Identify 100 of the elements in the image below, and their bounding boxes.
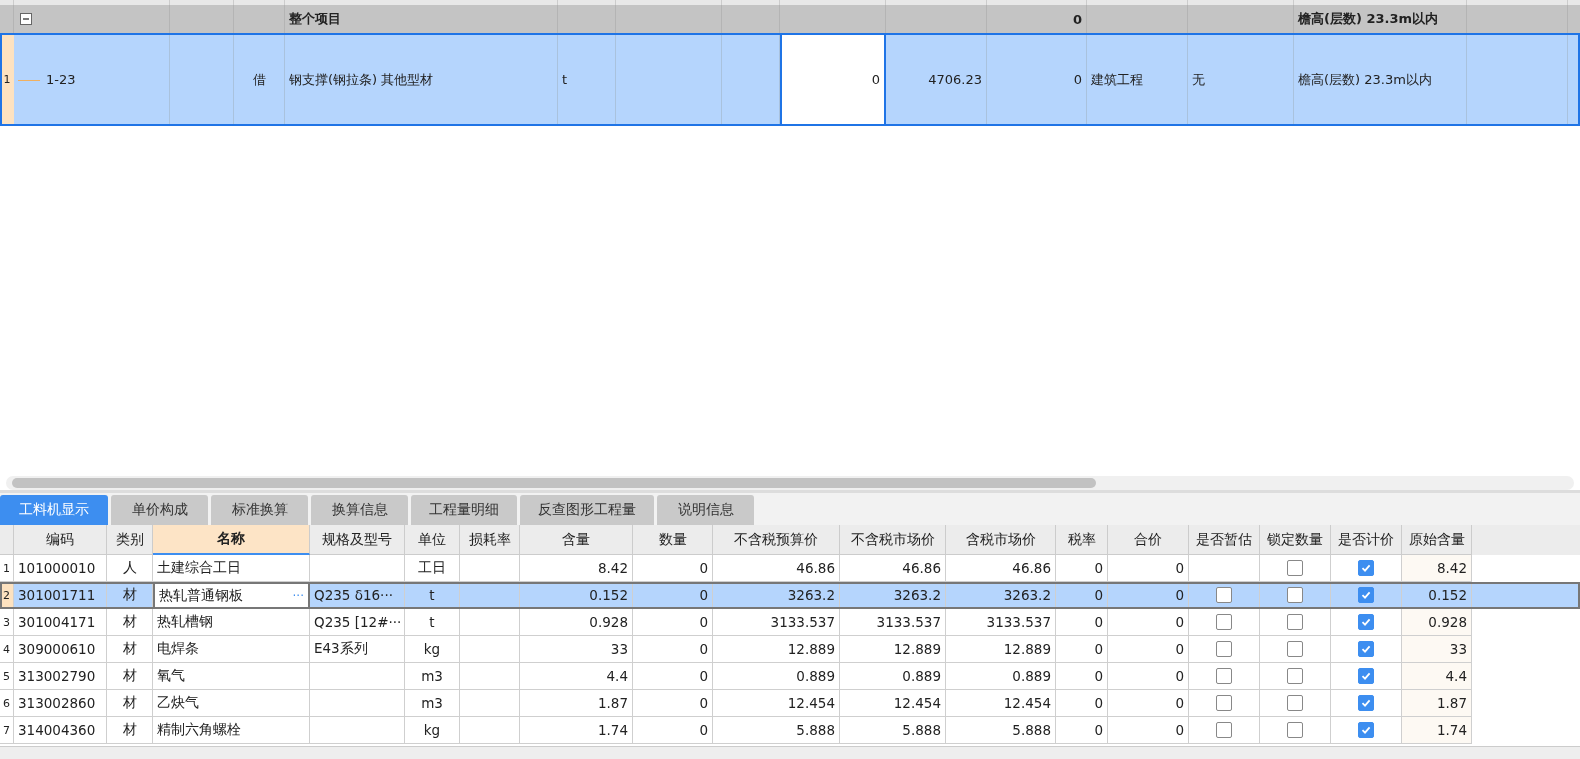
price-cell: 12.889 bbox=[893, 641, 941, 657]
price-cell: 0.889 bbox=[902, 668, 941, 684]
checkbox[interactable] bbox=[1287, 587, 1303, 603]
table-row[interactable]: 3 301004171 材 热轧槽钢 Q235 [12#··· t 0.928 0 3133.537 3133.537 3133.537 0 0 0.928 bbox=[0, 609, 1580, 636]
row-number: 5 bbox=[0, 663, 14, 690]
column-header[interactable]: 单位 bbox=[405, 525, 460, 555]
code-cell: 301004171 bbox=[18, 614, 96, 630]
checkbox[interactable] bbox=[1287, 722, 1303, 738]
spec-cell: Q235 [12#··· bbox=[314, 614, 402, 630]
quantity-cell: 0 bbox=[699, 668, 708, 684]
tab[interactable]: 标准换算 bbox=[211, 495, 308, 525]
column-header[interactable]: 是否暂估 bbox=[1189, 525, 1260, 555]
group-row[interactable]: 整个项目 0 檐高(层数) 23.3m以内 bbox=[0, 5, 1580, 33]
tab[interactable]: 单价构成 bbox=[111, 495, 208, 525]
table-row[interactable]: 5 313002790 材 氧气 m3 4.4 0 0.889 0.889 0.889 0 0 4.4 bbox=[0, 663, 1580, 690]
item-cell: 檐高(层数) 23.3m以内 bbox=[1298, 70, 1432, 89]
code-cell: 313002860 bbox=[18, 695, 96, 711]
column-header[interactable]: 损耗率 bbox=[460, 525, 520, 555]
checkbox[interactable] bbox=[1358, 722, 1374, 738]
column-header[interactable]: 不含税市场价 bbox=[840, 525, 946, 555]
horizontal-scrollbar[interactable] bbox=[6, 476, 1574, 490]
unit-cell: kg bbox=[423, 641, 441, 657]
checkbox[interactable] bbox=[1216, 722, 1232, 738]
table-row[interactable]: 7 314004360 材 精制六角螺栓 kg 1.74 0 5.888 5.888 5.888 0 0 1.74 bbox=[0, 717, 1580, 744]
column-header[interactable]: 规格及型号 bbox=[310, 525, 405, 555]
column-header[interactable]: 数量 bbox=[633, 525, 713, 555]
quantity-cell: 0 bbox=[699, 722, 708, 738]
price-cell: 3263.2 bbox=[1003, 587, 1051, 603]
tab[interactable]: 反查图形工程量 bbox=[520, 495, 654, 525]
checkbox[interactable] bbox=[1216, 587, 1232, 603]
code-cell: 301001711 bbox=[18, 587, 96, 603]
type-cell: 材 bbox=[122, 640, 137, 658]
tab[interactable]: 说明信息 bbox=[657, 495, 754, 525]
name-cell: 精制六角螺栓 bbox=[157, 721, 241, 739]
checkbox[interactable] bbox=[1358, 641, 1374, 657]
checkbox[interactable] bbox=[1216, 695, 1232, 711]
tab[interactable]: 换算信息 bbox=[311, 495, 408, 525]
tab[interactable]: 工程量明细 bbox=[411, 495, 517, 525]
checkbox[interactable] bbox=[1358, 614, 1374, 630]
checkbox[interactable] bbox=[1287, 641, 1303, 657]
column-header[interactable]: 是否计价 bbox=[1331, 525, 1402, 555]
price-cell: 46.86 bbox=[796, 560, 835, 576]
table-row[interactable]: 4 309000610 材 电焊条 E43系列 kg 33 0 12.889 12.889 12.889 0 0 33 bbox=[0, 636, 1580, 663]
price-cell: 5.888 bbox=[902, 722, 941, 738]
column-header[interactable]: 锁定数量 bbox=[1260, 525, 1331, 555]
type-cell: 材 bbox=[122, 613, 137, 631]
item-cell: 钢支撑(钢拉条) 其他型材 bbox=[289, 70, 434, 89]
spec-cell: E43系列 bbox=[314, 640, 368, 658]
group-cell: 整个项目 bbox=[289, 10, 341, 28]
checkbox[interactable] bbox=[1287, 560, 1303, 576]
content-cell: 1.87 bbox=[597, 695, 628, 711]
price-cell: 12.889 bbox=[1003, 641, 1051, 657]
column-header[interactable]: 名称 bbox=[153, 525, 310, 555]
checkbox[interactable] bbox=[1287, 614, 1303, 630]
table-row[interactable]: 2 301001711 材 热轧普通钢板 ··· Q235 δ16··· t 0.152 0 3263.2 3263.2 3263.2 0 0 0.152 bbox=[0, 582, 1580, 609]
column-header[interactable]: 不含税预算价 bbox=[713, 525, 840, 555]
quantity-field[interactable]: 0 bbox=[780, 33, 886, 126]
checkbox[interactable] bbox=[1216, 668, 1232, 684]
tax-rate-cell: 0 bbox=[1094, 614, 1103, 630]
checkbox[interactable] bbox=[1216, 641, 1232, 657]
item-row[interactable]: 1 1-23 借 钢支撑(钢拉条) 其他型材 t 0 4706.23 0 建筑工程 无 檐高(层数) 23.3m以内 bbox=[0, 33, 1580, 126]
column-header[interactable]: 含量 bbox=[520, 525, 633, 555]
column-header[interactable]: 税率 bbox=[1056, 525, 1108, 555]
original-content-cell: 1.87 bbox=[1436, 695, 1467, 711]
table-row[interactable]: 6 313002860 材 乙炔气 m3 1.87 0 12.454 12.454 12.454 0 0 1.87 bbox=[0, 690, 1580, 717]
original-content-cell: 1.74 bbox=[1436, 722, 1467, 738]
checkbox[interactable] bbox=[1358, 587, 1374, 603]
original-content-cell: 33 bbox=[1449, 641, 1467, 657]
row-number: 2 bbox=[0, 582, 14, 609]
checkbox[interactable] bbox=[1358, 560, 1374, 576]
checkmark-icon bbox=[1360, 562, 1372, 574]
type-cell: 人 bbox=[122, 559, 137, 577]
content-cell: 0.152 bbox=[589, 587, 628, 603]
name-field[interactable]: 热轧普通钢板 ··· bbox=[153, 582, 310, 609]
code-cell: 313002790 bbox=[18, 668, 96, 684]
type-cell: 材 bbox=[122, 586, 137, 604]
checkmark-icon bbox=[1360, 616, 1372, 628]
price-cell: 3133.537 bbox=[986, 614, 1051, 630]
column-header[interactable]: 编码 bbox=[14, 525, 107, 555]
item-cell: 借 bbox=[252, 70, 266, 89]
quantity-cell: 0 bbox=[699, 560, 708, 576]
tree-line-icon bbox=[18, 78, 40, 81]
header-corner bbox=[0, 525, 14, 555]
name-cell: 土建综合工日 bbox=[157, 559, 241, 577]
checkmark-icon bbox=[1360, 670, 1372, 682]
column-header[interactable]: 合价 bbox=[1108, 525, 1189, 555]
total-cell: 0 bbox=[1175, 641, 1184, 657]
checkbox[interactable] bbox=[1358, 695, 1374, 711]
content-cell: 0.928 bbox=[589, 614, 628, 630]
checkbox[interactable] bbox=[1216, 614, 1232, 630]
item-cell: 建筑工程 bbox=[1091, 70, 1143, 89]
content-cell: 8.42 bbox=[597, 560, 628, 576]
column-header[interactable]: 含税市场价 bbox=[946, 525, 1056, 555]
price-cell: 3133.537 bbox=[876, 614, 941, 630]
checkbox[interactable] bbox=[1287, 668, 1303, 684]
collapse-icon[interactable] bbox=[20, 13, 32, 25]
type-cell: 材 bbox=[122, 721, 137, 739]
checkbox[interactable] bbox=[1358, 668, 1374, 684]
checkbox[interactable] bbox=[1287, 695, 1303, 711]
price-cell: 0.889 bbox=[796, 668, 835, 684]
